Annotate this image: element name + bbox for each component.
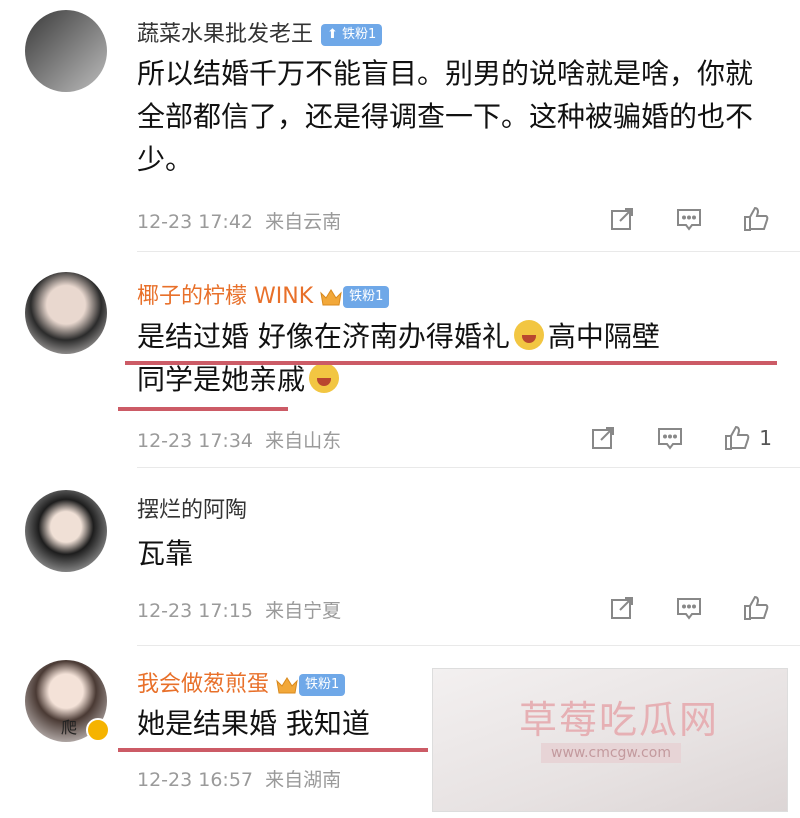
comment-meta: 12-23 17:15 来自宁夏: [137, 600, 342, 622]
avatar[interactable]: [25, 490, 107, 572]
comment-text: 所以结婚千万不能盲目。别男的说啥就是啥，你就全部都信了，还是得调查一下。这种被骗…: [137, 57, 754, 176]
comment-icon[interactable]: [673, 592, 705, 624]
highlight-underline: [118, 748, 428, 752]
share-icon[interactable]: [606, 592, 638, 624]
comment-meta: 12-23 17:34 来自山东: [137, 430, 342, 452]
comment-text: 是结过婚 好像在济南办得婚礼 高中隔壁 同学是她亲戚: [137, 320, 660, 396]
comment-actions: [571, 203, 772, 235]
share-icon[interactable]: [587, 422, 619, 454]
fan-badge: 铁粉1: [343, 286, 390, 308]
avatar[interactable]: [25, 10, 107, 92]
watermark: 草莓吃瓜网 www.cmcgw.com: [432, 668, 788, 812]
laugh-cry-emoji: [513, 320, 544, 350]
comment-meta: 12-23 17:42 来自云南: [137, 211, 342, 233]
comment-icon[interactable]: [673, 203, 705, 235]
comment-icon[interactable]: [654, 422, 686, 454]
like-icon[interactable]: [740, 592, 772, 624]
share-icon[interactable]: [606, 203, 638, 235]
avatar[interactable]: [25, 272, 107, 354]
highlight-underline: [125, 361, 777, 365]
watermark-url: www.cmcgw.com: [541, 743, 681, 763]
username[interactable]: 我会做葱煎蛋 铁粉1: [137, 666, 346, 698]
like-icon[interactable]: [721, 422, 753, 454]
comment-actions: 1: [552, 422, 772, 454]
comment-item: 椰子的柠檬 WINK 铁粉1 是结过婚 好像在济南办得婚礼 高中隔壁 同学是她亲戚 …: [0, 252, 800, 468]
crown-icon: [320, 289, 342, 306]
comment-actions: [571, 592, 772, 624]
username[interactable]: 摆烂的阿陶: [137, 492, 247, 524]
username[interactable]: 椰子的柠檬 WINK 铁粉1: [137, 278, 390, 310]
comment-text: 瓦靠: [137, 537, 194, 570]
like-count: 1: [759, 426, 772, 450]
watermark-title: 草莓吃瓜网: [519, 698, 720, 742]
avatar-label: 爬: [61, 718, 78, 737]
comment-item: 蔬菜水果批发老王 ⬆ 铁粉1 所以结婚千万不能盲目。别男的说啥就是啥，你就全部都信…: [0, 0, 800, 252]
comment-meta: 12-23 16:57 来自湖南: [137, 769, 342, 791]
like-icon[interactable]: [740, 203, 772, 235]
laugh-cry-emoji: [309, 363, 340, 393]
comment-item: 摆烂的阿陶 瓦靠 12-23 17:15 来自宁夏: [0, 468, 800, 646]
username[interactable]: 蔬菜水果批发老王 ⬆ 铁粉1: [137, 16, 383, 48]
fan-badge: ⬆ 铁粉1: [321, 24, 383, 46]
crown-icon: [276, 677, 298, 694]
verified-icon: [86, 718, 110, 742]
highlight-underline: [118, 407, 288, 411]
fan-badge: 铁粉1: [299, 674, 346, 696]
